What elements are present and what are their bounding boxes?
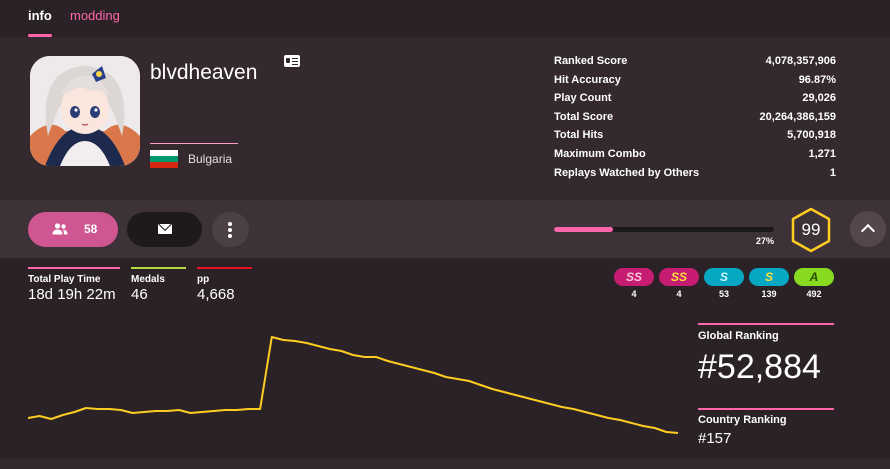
grade-s-icon: S: [749, 268, 789, 286]
id-card-icon[interactable]: [284, 55, 300, 67]
tab-modding[interactable]: modding: [70, 8, 120, 23]
global-ranking-label: Global Ranking: [698, 330, 779, 342]
stat-row-total-hits: Total Hits 5,700,918: [554, 129, 836, 148]
rank-history-graph[interactable]: [28, 330, 684, 440]
stat-label: Total Play Time: [28, 274, 101, 285]
grade-a: A 492: [794, 268, 834, 299]
country-ranking-bar: [698, 408, 834, 410]
stat-label: Hit Accuracy: [554, 73, 621, 86]
grade-ssh: SS 4: [614, 268, 654, 299]
more-dot-icon: [228, 228, 232, 232]
stat-label: Total Score: [554, 110, 614, 123]
stat-value: 46: [131, 286, 148, 303]
stat-row-maximum-combo: Maximum Combo 1,271: [554, 148, 836, 167]
stat-value: 96.87%: [798, 73, 836, 86]
stat-value: 1,271: [808, 147, 836, 160]
stat-row-hit-accuracy: Hit Accuracy 96.87%: [554, 74, 836, 93]
stats-list: Ranked Score 4,078,357,906 Hit Accuracy …: [554, 55, 836, 185]
more-options-button[interactable]: [212, 212, 249, 247]
stat-value: 5,700,918: [787, 129, 836, 142]
country-ranking-value: #157: [698, 430, 732, 447]
grade-count: 4: [676, 289, 682, 299]
stat-accent-bar: [28, 267, 120, 269]
stat-value: 4,668: [197, 286, 235, 303]
stat-medals: Medals 46: [131, 267, 186, 303]
stat-value: 18d 19h 22m: [28, 286, 116, 303]
country-name[interactable]: Bulgaria: [188, 152, 232, 166]
message-button[interactable]: [127, 212, 202, 247]
tab-info[interactable]: info: [28, 8, 52, 23]
stat-label: pp: [197, 274, 210, 285]
stat-value: 4,078,357,906: [765, 55, 836, 67]
grade-ss: SS 4: [659, 268, 699, 299]
grade-count: 4: [631, 289, 637, 299]
grade-a-icon: A: [794, 268, 834, 286]
username-divider: [150, 143, 238, 144]
global-ranking-value: #52,884: [698, 348, 821, 386]
friends-button[interactable]: 58: [28, 212, 118, 247]
global-ranking-bar: [698, 323, 834, 325]
stat-value: 29,026: [802, 92, 836, 105]
stat-label: Ranked Score: [554, 55, 628, 67]
grade-count: 53: [718, 289, 729, 299]
stat-row-total-score: Total Score 20,264,386,159: [554, 111, 836, 130]
grade-count: 492: [806, 289, 822, 299]
stat-pp: pp 4,668: [197, 267, 252, 303]
level-progress-fill: [554, 227, 614, 232]
grade-sh: S 53: [704, 268, 744, 299]
more-dot-icon: [228, 222, 232, 226]
grade-s-silver-icon: S: [704, 268, 744, 286]
tab-bar: info modding: [0, 0, 890, 37]
stat-row-ranked-score: Ranked Score 4,078,357,906: [554, 55, 836, 74]
bulgaria-flag-icon: [150, 150, 178, 168]
grade-count: 139: [761, 289, 777, 299]
grade-ss-icon: SS: [659, 268, 699, 286]
bottom-section-edge: [0, 459, 890, 469]
stat-accent-bar: [131, 267, 186, 269]
country-ranking-label: Country Ranking: [698, 414, 787, 426]
friends-count: 58: [84, 222, 98, 236]
stat-total-play-time: Total Play Time 18d 19h 22m: [28, 267, 120, 303]
stat-row-replays-watched: Replays Watched by Others 1: [554, 167, 836, 186]
stat-label: Medals: [131, 274, 165, 285]
stat-label: Replays Watched by Others: [554, 166, 700, 179]
stat-accent-bar: [197, 267, 252, 269]
stat-value: 1: [829, 166, 836, 179]
grade-s: S 139: [749, 268, 789, 299]
stat-label: Total Hits: [554, 129, 604, 142]
stat-label: Maximum Combo: [554, 147, 646, 160]
collapse-header-button[interactable]: [850, 211, 886, 247]
level-progress-percent: 27%: [755, 236, 774, 246]
level-number: 99: [801, 220, 821, 239]
level-progress-bar: [554, 227, 774, 232]
stat-label: Play Count: [554, 92, 612, 105]
stat-value: 20,264,386,159: [759, 110, 836, 123]
rank-history-line: [28, 336, 679, 434]
username: blvdheaven: [150, 61, 258, 84]
grade-ss-silver-icon: SS: [614, 268, 654, 286]
stat-row-play-count: Play Count 29,026: [554, 92, 836, 111]
friends-icon: [52, 223, 68, 235]
avatar: [30, 56, 140, 166]
more-dot-icon: [228, 234, 232, 238]
envelope-icon: [158, 224, 172, 234]
